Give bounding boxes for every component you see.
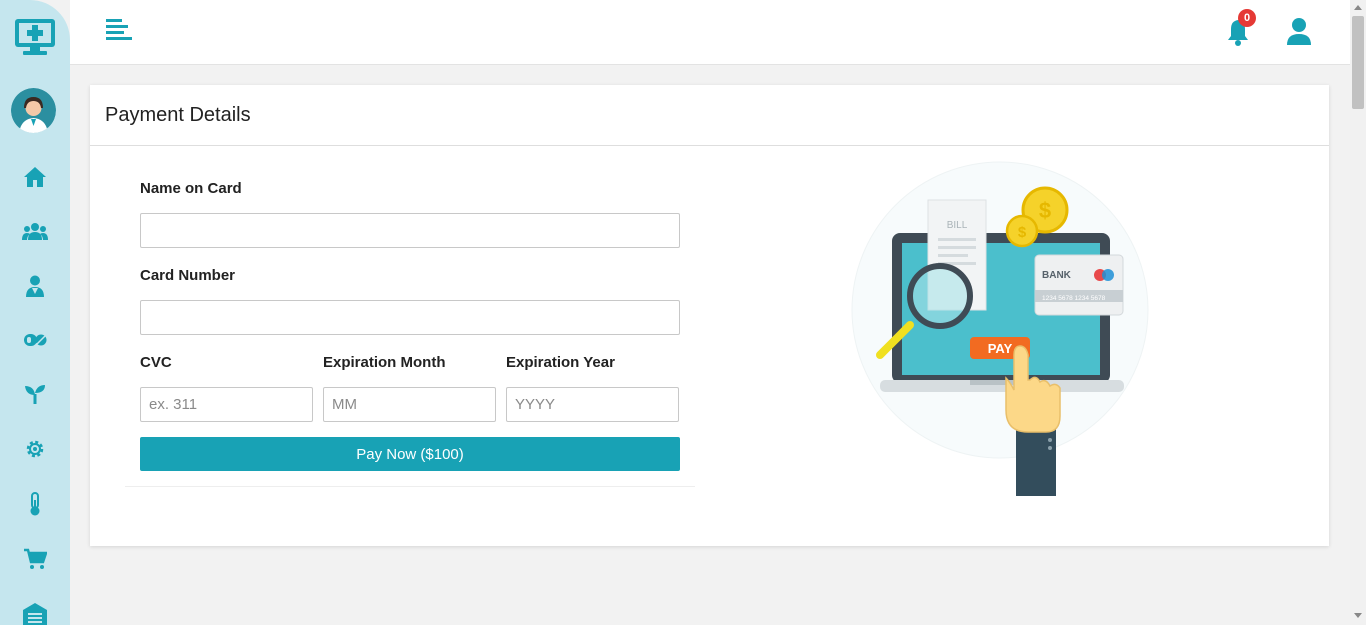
page-title: Payment Details (105, 104, 251, 126)
monitor-medical-logo-icon[interactable] (12, 16, 58, 58)
scroll-up-arrow-icon[interactable] (1354, 5, 1362, 10)
cart-icon[interactable] (21, 545, 49, 573)
expiration-year-input[interactable] (506, 387, 679, 422)
pay-text: PAY (988, 341, 1013, 356)
top-header (70, 0, 1350, 65)
svg-text:$: $ (1018, 224, 1027, 241)
users-icon[interactable] (21, 217, 49, 245)
thermometer-icon[interactable] (21, 490, 49, 518)
gear-icon[interactable] (21, 435, 49, 463)
bank-text: BANK (1042, 270, 1072, 281)
page-scrollbar[interactable] (1350, 0, 1366, 625)
bill-text: BILL (947, 220, 968, 231)
name-on-card-label: Name on Card (140, 180, 242, 197)
expiration-month-label: Expiration Month (323, 354, 446, 371)
name-on-card-input[interactable] (140, 213, 680, 248)
card-header: Payment Details (90, 85, 1329, 146)
bank-card-illustration: BANK 1234 5678 1234 5678 (1034, 254, 1124, 316)
scroll-thumb[interactable] (1352, 16, 1364, 109)
seedling-icon[interactable] (21, 380, 49, 408)
user-icon[interactable] (1286, 18, 1312, 46)
form-divider (125, 486, 695, 487)
card-number-label: Card Number (140, 267, 236, 284)
home-icon[interactable] (21, 163, 49, 191)
warehouse-icon[interactable] (21, 600, 49, 625)
svg-text:$: $ (1039, 198, 1051, 223)
notification-badge: 0 (1238, 9, 1256, 27)
pay-now-button[interactable]: Pay Now ($100) (140, 437, 680, 471)
expiration-year-label: Expiration Year (506, 354, 615, 371)
sidebar (0, 0, 70, 625)
payment-illustration: BILL $ $ BANK 1234 5678 1234 5678 PAY (850, 160, 1160, 500)
pills-icon[interactable] (21, 326, 49, 354)
menu-toggle-icon[interactable] (106, 18, 132, 44)
doctor-icon[interactable] (21, 272, 49, 300)
card-number-input[interactable] (140, 300, 680, 335)
expiration-month-input[interactable] (323, 387, 496, 422)
avatar[interactable] (11, 88, 56, 133)
payment-card: Payment Details Name on Card Card Number… (90, 85, 1329, 546)
card-digits-text: 1234 5678 1234 5678 (1042, 295, 1106, 302)
scroll-down-arrow-icon[interactable] (1354, 613, 1362, 618)
cvc-input[interactable] (140, 387, 313, 422)
cvc-label: CVC (140, 354, 172, 371)
